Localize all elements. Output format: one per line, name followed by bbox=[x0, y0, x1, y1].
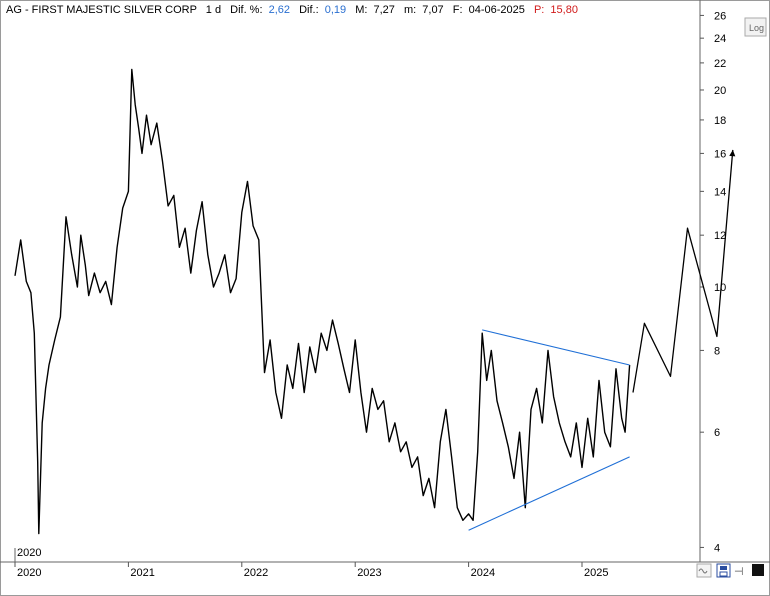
price-value: 15,80 bbox=[550, 4, 578, 16]
toolbar: ⊣ bbox=[696, 563, 764, 578]
chart-border bbox=[0, 0, 770, 596]
min-value: 7,07 bbox=[422, 4, 443, 16]
y-tick-label: 18 bbox=[714, 115, 726, 127]
x-tick-label: 2025 bbox=[584, 567, 608, 579]
pin-icon[interactable]: ⊣ bbox=[734, 566, 744, 578]
chart-header: AG - FIRST MAJESTIC SILVER CORP 1 d Dif.… bbox=[6, 4, 578, 16]
dif-pct-value: 2,62 bbox=[269, 4, 290, 16]
x-tick-label: 2022 bbox=[244, 567, 268, 579]
log-scale-button[interactable]: Log bbox=[744, 17, 767, 37]
y-tick-label: 6 bbox=[714, 427, 720, 439]
price-label: P: bbox=[534, 4, 544, 16]
x-tick-label: 2021 bbox=[130, 567, 154, 579]
y-tick-label: 4 bbox=[714, 542, 720, 554]
max-value: 7,27 bbox=[373, 4, 394, 16]
svg-text:⊣: ⊣ bbox=[734, 566, 744, 578]
max-label: M: bbox=[355, 4, 367, 16]
y-tick-label: 12 bbox=[714, 230, 726, 242]
symbol-name: AG - FIRST MAJESTIC SILVER CORP bbox=[6, 4, 197, 16]
y-tick-label: 26 bbox=[714, 10, 726, 22]
wave-icon[interactable] bbox=[696, 563, 712, 578]
y-tick-label: 24 bbox=[714, 33, 726, 45]
y-tick-label: 16 bbox=[714, 148, 726, 160]
stop-icon[interactable] bbox=[752, 564, 764, 576]
x-tick-label: 2024 bbox=[471, 567, 495, 579]
chart-frame: AG - FIRST MAJESTIC SILVER CORP 1 d Dif.… bbox=[0, 0, 770, 596]
dif-pct-label: Dif. %: bbox=[230, 4, 262, 16]
date-label: F: bbox=[453, 4, 463, 16]
dif-value: 0,19 bbox=[325, 4, 346, 16]
timeframe: 1 d bbox=[206, 4, 221, 16]
y-tick-label: 22 bbox=[714, 58, 726, 70]
date-value: 04-06-2025 bbox=[469, 4, 525, 16]
x-tick-label: 2023 bbox=[357, 567, 381, 579]
y-tick-label: 14 bbox=[714, 186, 726, 198]
x-tick-label: 2020 bbox=[17, 567, 41, 579]
y-tick-label: 8 bbox=[714, 345, 720, 357]
y-tick-label: 20 bbox=[714, 85, 726, 97]
corner-year-label: 2020 bbox=[17, 547, 41, 559]
log-button-label: Log bbox=[749, 23, 764, 33]
min-label: m: bbox=[404, 4, 416, 16]
save-icon[interactable] bbox=[716, 563, 731, 578]
dif-label: Dif.: bbox=[299, 4, 319, 16]
